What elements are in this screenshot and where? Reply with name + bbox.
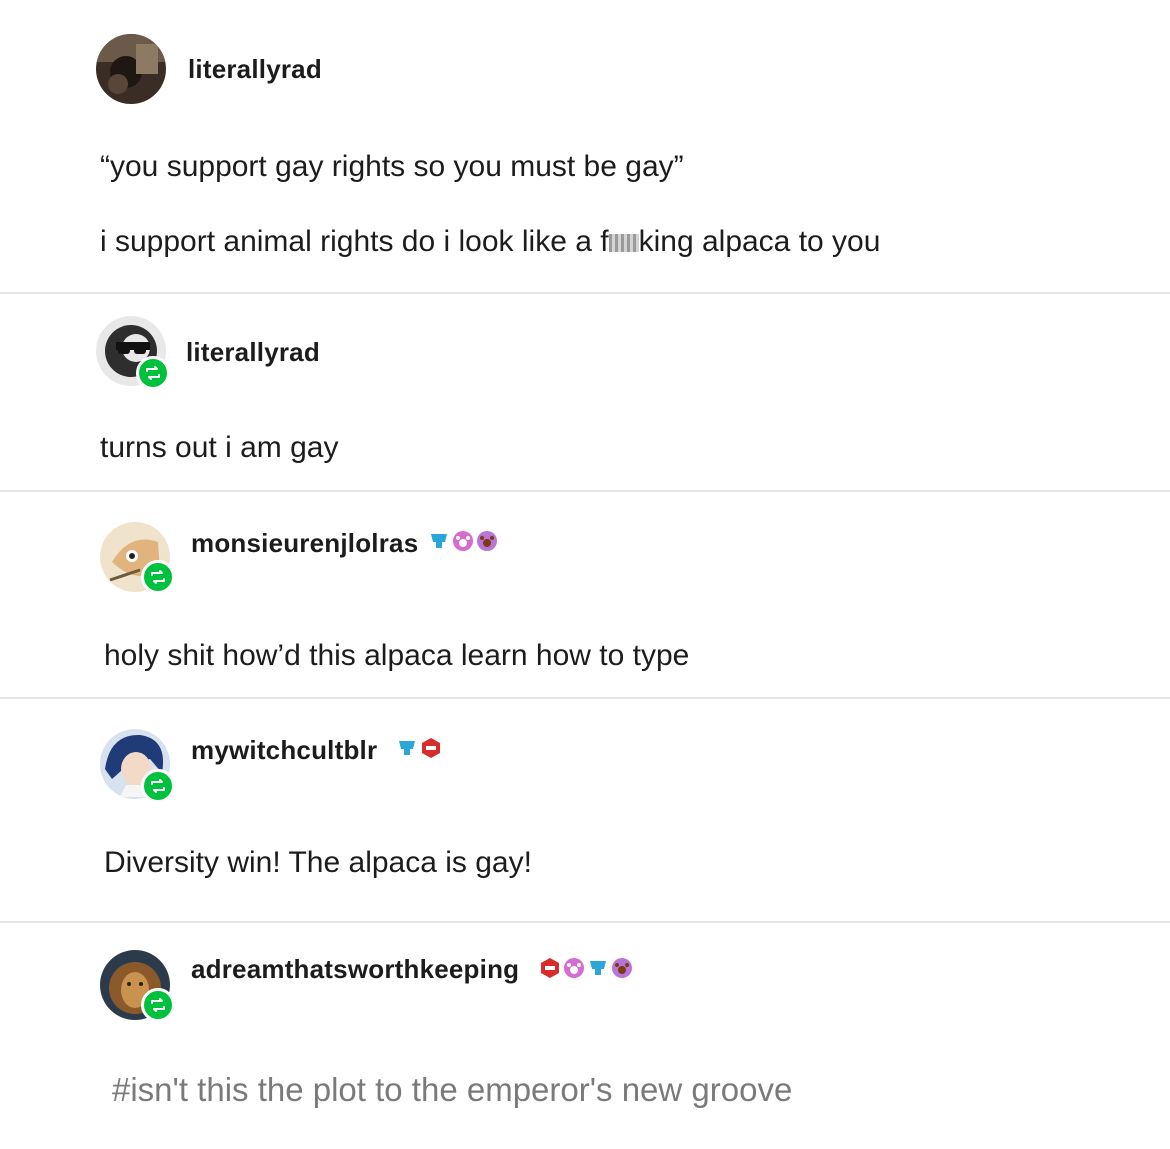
reblog-post-1: literallyrad turns out i am gay	[0, 294, 1170, 492]
reblog-post-2: monsieurenjlolras holy shit how’d this a…	[0, 492, 1170, 699]
user-badges	[428, 530, 498, 552]
reblog-post-4: adreamthatsworthkeeping #isn't this the …	[0, 923, 1170, 1149]
username[interactable]: literallyrad	[186, 337, 320, 368]
username[interactable]: monsieurenjlolras	[191, 528, 418, 559]
cup-badge-icon	[431, 534, 447, 548]
post-text-line-2: i support animal rights do i look like a…	[100, 225, 880, 259]
reblog-icon	[141, 988, 175, 1022]
post-text: holy shit how’d this alpaca learn how to…	[104, 639, 690, 672]
post-text: turns out i am gay	[100, 431, 339, 464]
user-badges	[396, 737, 442, 759]
username[interactable]: literallyrad	[188, 54, 322, 85]
avatar[interactable]	[96, 34, 166, 104]
post-text-line-2-end: king alpaca to you	[638, 225, 881, 258]
reblog-icon	[141, 769, 175, 803]
reblog-icon	[141, 560, 175, 594]
paw-brown-badge-icon	[477, 531, 497, 551]
post-original: literallyrad “you support gay rights so …	[0, 0, 1170, 294]
cup-badge-icon	[590, 961, 606, 975]
post-tag[interactable]: #isn't this the plot to the emperor's ne…	[112, 1071, 792, 1109]
cup-badge-icon	[399, 741, 415, 755]
post-text: Diversity win! The alpaca is gay!	[104, 846, 532, 879]
user-badges	[539, 957, 633, 979]
paw-pink-badge-icon	[453, 531, 473, 551]
post-text-line-1: “you support gay rights so you must be g…	[100, 150, 684, 183]
paw-pink-badge-icon	[564, 958, 584, 978]
paw-brown-badge-icon	[612, 958, 632, 978]
avatar-photo-icon	[96, 34, 166, 104]
red-hexagon-badge-icon	[541, 958, 559, 978]
reblog-icon	[136, 356, 170, 390]
red-hexagon-badge-icon	[422, 738, 440, 758]
username[interactable]: mywitchcultblr	[191, 735, 377, 766]
censor-blur	[608, 234, 639, 253]
username[interactable]: adreamthatsworthkeeping	[191, 954, 519, 985]
reblog-post-3: mywitchcultblr Diversity win! The alpaca…	[0, 699, 1170, 922]
post-text-line-2-start: i support animal rights do i look like a…	[100, 225, 609, 258]
